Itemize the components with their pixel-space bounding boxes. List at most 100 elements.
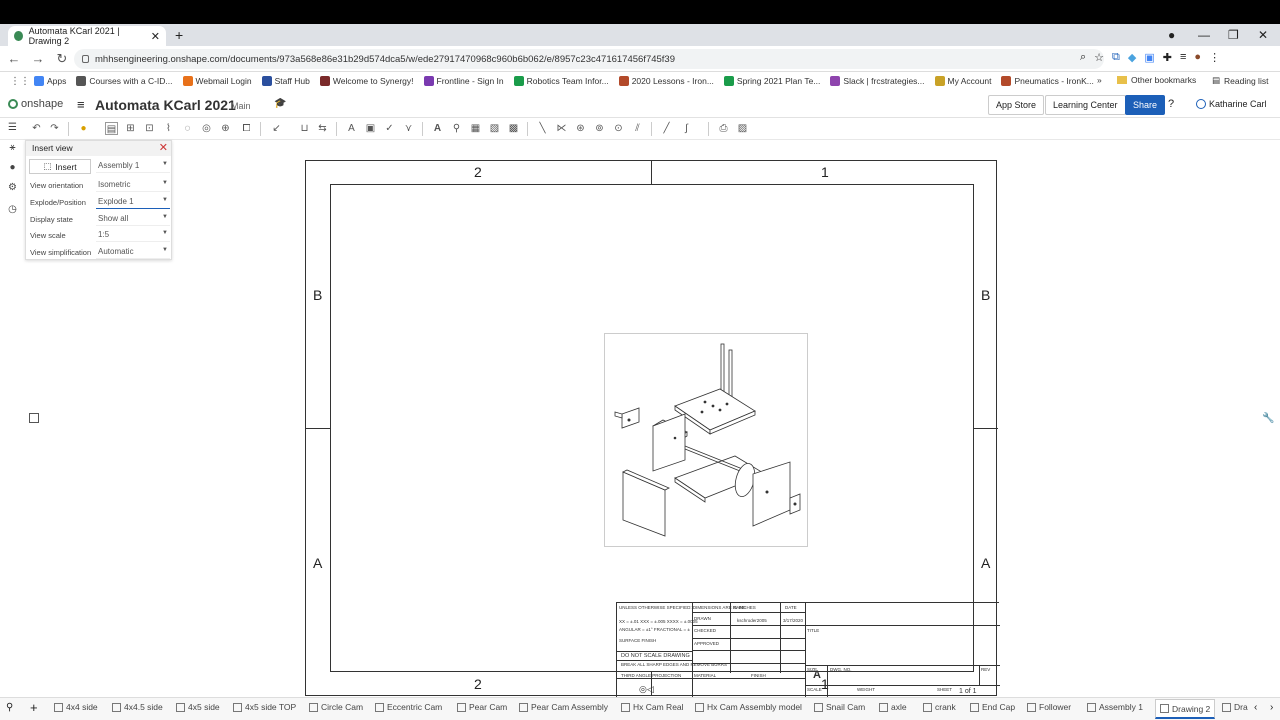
line-icon[interactable]: ╱ <box>660 122 673 135</box>
insert-source-select[interactable]: Assembly 1 ▼ <box>96 159 170 173</box>
restore-button[interactable]: ❐ <box>1228 28 1239 42</box>
menu-icon[interactable]: ≡ <box>77 97 85 112</box>
image-icon[interactable]: ▨ <box>736 122 749 135</box>
bookmark-item[interactable]: Welcome to Synergy! <box>319 76 414 86</box>
panel-row-select[interactable]: Automatic ▼ <box>96 245 170 259</box>
media-icon[interactable]: ≡ <box>1180 51 1186 64</box>
document-tab[interactable]: 4x4 side <box>54 702 98 712</box>
back-button[interactable]: ← <box>4 51 24 66</box>
crop-view-icon[interactable]: ◎ <box>200 122 213 135</box>
centerline-icon[interactable]: ╲ <box>536 122 549 135</box>
more-menu-icon[interactable]: ⋮ <box>1209 51 1220 64</box>
scroll-right-icon[interactable]: › <box>1270 702 1273 713</box>
drawing-sheet[interactable]: 2 1 2 1 B B A A UNLESS OTHERWISE SPECIFI… <box>305 160 1000 698</box>
document-tab[interactable]: Pear Cam Assembly <box>519 702 608 712</box>
browser-tab-active[interactable]: Automata KCarl 2021 | Drawing 2 ✕ <box>8 26 166 46</box>
puzzle-icon[interactable]: ✚ <box>1163 51 1172 64</box>
callout-icon[interactable]: ▣ <box>364 122 377 135</box>
weld-icon[interactable]: ⋎ <box>402 122 415 135</box>
reading-list-button[interactable]: ▤ Reading list <box>1212 75 1268 86</box>
close-icon[interactable]: ✕ <box>159 141 168 154</box>
right-panel-wrench-icon[interactable]: 🔧 <box>1262 413 1274 424</box>
bom-table-icon[interactable]: ▧ <box>488 122 501 135</box>
dimension-icon[interactable]: ↙ <box>270 122 283 135</box>
document-tab[interactable]: End Cap <box>970 702 1015 712</box>
document-tab[interactable]: Hx Cam Real <box>621 702 684 712</box>
appearance-icon[interactable]: ⚙ <box>6 182 19 194</box>
onshape-logo[interactable]: onshape <box>8 98 63 110</box>
lightbulb-icon[interactable]: ● <box>77 122 90 135</box>
document-tab[interactable]: 4x5 side TOP <box>233 702 296 712</box>
url-field[interactable]: mhhsengineering.onshape.com/documents/97… <box>74 49 1104 69</box>
new-tab-button[interactable]: + <box>175 27 183 43</box>
bookmark-item[interactable]: Courses with a C-ID... <box>76 76 173 86</box>
extension-icon[interactable]: ⧉ <box>1112 51 1120 64</box>
panel-row-select[interactable]: Isometric ▼ <box>96 178 170 192</box>
panel-row-select[interactable]: 1:5 ▼ <box>96 228 170 242</box>
bolt-circle-icon[interactable]: ⊛ <box>574 122 587 135</box>
minimize-button[interactable]: — <box>1198 28 1210 42</box>
close-window-button[interactable]: ✕ <box>1258 28 1268 42</box>
close-tab-icon[interactable]: ✕ <box>151 30 160 43</box>
user-menu[interactable]: Katharine Carl <box>1196 99 1267 109</box>
document-tab[interactable]: 4x5 side <box>176 702 220 712</box>
help-icon[interactable]: ? <box>1168 98 1174 110</box>
forward-button[interactable]: → <box>28 51 48 66</box>
comments-icon[interactable]: ● <box>6 162 19 174</box>
document-tab[interactable]: Follower <box>1027 702 1071 712</box>
panel-row-select[interactable]: Show all ▼ <box>96 212 170 226</box>
add-tab-button[interactable]: + <box>30 700 38 715</box>
panel-row-select[interactable]: Explode 1 ▼ <box>96 195 170 209</box>
bookmark-item[interactable]: Staff Hub <box>261 76 310 86</box>
share-button[interactable]: Share <box>1125 95 1166 115</box>
bookmark-item[interactable]: Apps <box>34 76 66 86</box>
profile-avatar-icon[interactable]: ● <box>1194 51 1201 64</box>
detail-view-icon[interactable]: ◌ <box>181 122 194 135</box>
document-tab[interactable]: Drawing 2 <box>1155 699 1216 719</box>
document-tab[interactable]: Snail Cam <box>814 702 865 712</box>
document-tab[interactable]: Circle Cam <box>309 702 363 712</box>
apps-grid-icon[interactable]: ⋮⋮ <box>10 76 30 87</box>
chamfer-dimension-icon[interactable]: ⇆ <box>316 122 329 135</box>
bookmark-item[interactable]: Pneumatics - IronK... <box>1001 76 1094 86</box>
note-icon[interactable]: A <box>345 122 358 135</box>
spline-icon[interactable]: ∫ <box>680 122 693 135</box>
crop-icon[interactable]: ⧠ <box>240 122 253 135</box>
document-tab[interactable]: Dra <box>1222 702 1248 712</box>
bookmark-star-icon[interactable]: ☆ <box>1094 51 1104 64</box>
tab-manager-icon[interactable]: ⚲ <box>6 702 13 713</box>
point-centermark-icon[interactable]: ⊙ <box>612 122 625 135</box>
bookmark-item[interactable]: 2020 Lessons - Iron... <box>618 76 714 86</box>
app-store-button[interactable]: App Store <box>988 95 1045 115</box>
circle-centermark-icon[interactable]: ⊚ <box>593 122 606 135</box>
ordinate-icon[interactable]: ⊔ <box>298 122 311 135</box>
branch-label[interactable]: Main <box>231 101 251 111</box>
bookmark-item[interactable]: Spring 2021 Plan Te... <box>723 76 820 86</box>
auxiliary-view-icon[interactable]: ⊡ <box>143 122 156 135</box>
section-view-icon[interactable]: ⌇ <box>162 122 175 135</box>
centermark-icon[interactable]: ⋉ <box>555 122 568 135</box>
extension-blue-icon[interactable]: ▣ <box>1144 51 1154 64</box>
reload-button[interactable]: ↻ <box>52 51 72 67</box>
graduate-cap-icon[interactable]: 🎓 <box>274 98 286 109</box>
broken-view-icon[interactable]: ⊕ <box>219 122 232 135</box>
document-tab[interactable]: axle <box>879 702 907 712</box>
text-icon[interactable]: A <box>431 122 444 135</box>
isometric-exploded-view[interactable] <box>604 333 808 547</box>
bookmark-item[interactable]: Slack | frcstrategies... <box>830 76 925 86</box>
surface-finish-icon[interactable]: ✓ <box>383 122 396 135</box>
more-bookmarks-button[interactable]: » <box>1097 75 1102 85</box>
undo-icon[interactable]: ↶ <box>30 122 43 135</box>
bookmark-item[interactable]: My Account <box>934 76 991 86</box>
export-icon[interactable]: ⎙ <box>717 122 730 135</box>
document-tab[interactable]: Hx Cam Assembly model <box>695 702 802 712</box>
projected-view-icon[interactable]: ⊞ <box>124 122 137 135</box>
history-icon[interactable]: ◷ <box>6 204 19 216</box>
scroll-left-icon[interactable]: ‹ <box>1254 702 1257 713</box>
hatch-icon[interactable]: ⫽ <box>631 122 644 135</box>
balloon-icon[interactable]: ⚲ <box>450 122 463 135</box>
document-title[interactable]: Automata KCarl 2021 <box>95 97 236 113</box>
search-icon[interactable]: ⌕ <box>1080 51 1086 64</box>
bookmark-item[interactable]: Frontline - Sign In <box>423 76 504 86</box>
document-tab[interactable]: 4x4.5 side <box>112 702 163 712</box>
